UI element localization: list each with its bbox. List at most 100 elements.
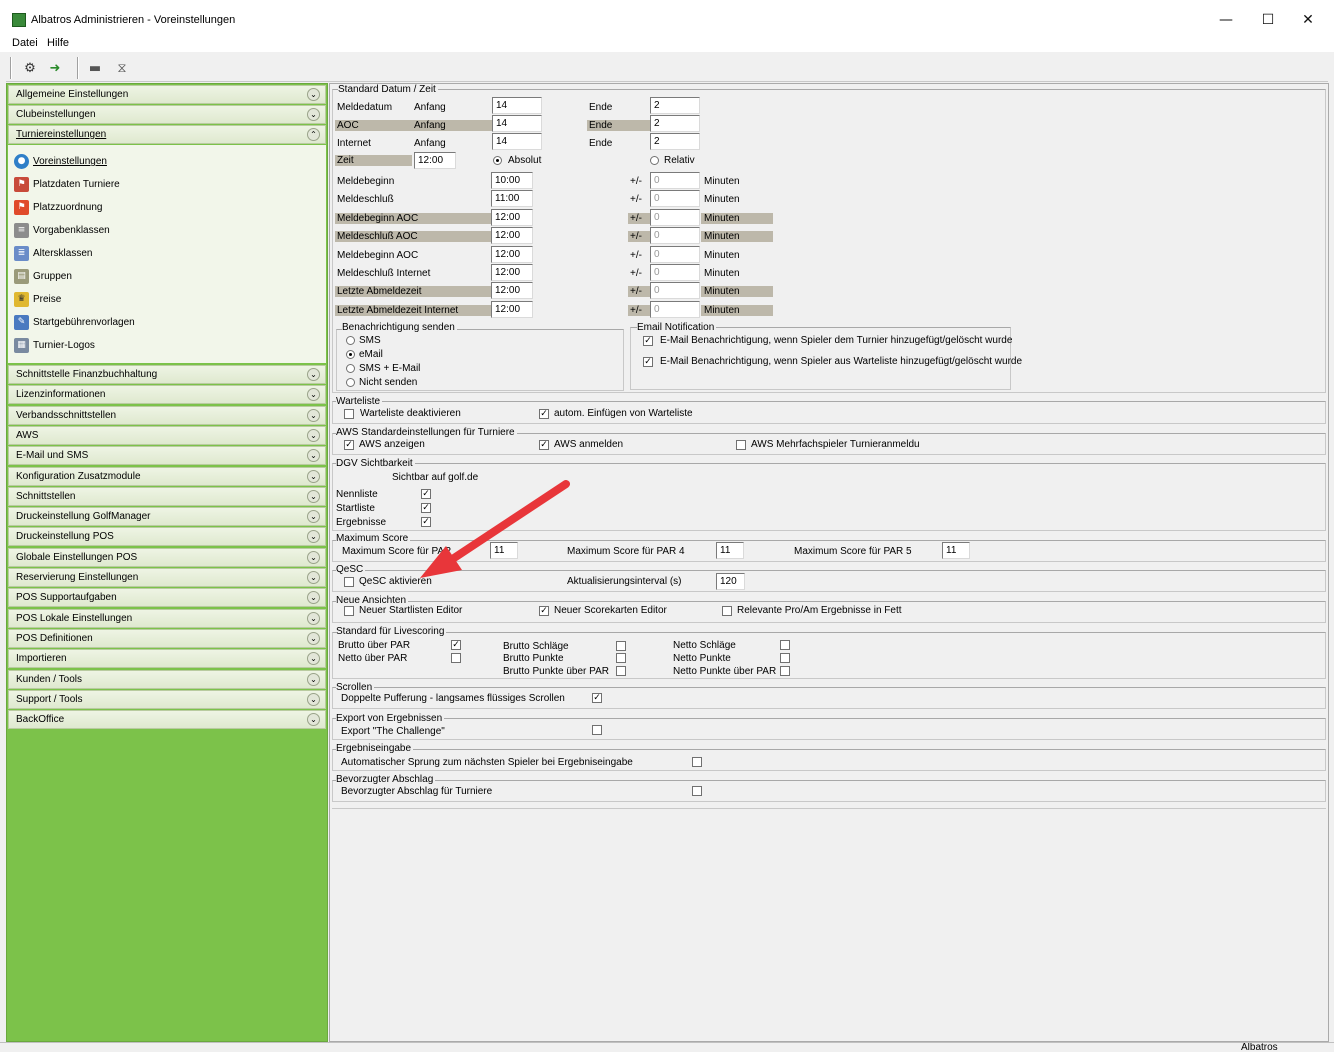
relativ-radio[interactable] [650, 156, 659, 165]
warteliste-deakt-checkbox[interactable] [344, 409, 354, 419]
time-input[interactable]: 12:00 [491, 245, 533, 263]
datum-von-input[interactable]: 14 [492, 97, 542, 114]
qesc-aktiv-checkbox[interactable] [344, 577, 354, 587]
radio-sms[interactable] [346, 336, 355, 345]
ansichten-proam-checkbox[interactable] [722, 606, 732, 616]
sidebar-section-0[interactable]: Schnittstelle Finanzbuchhaltung ⌄ [8, 365, 326, 384]
datum-bis-input[interactable]: 2 [650, 97, 700, 114]
minutes-input[interactable]: 0 [650, 227, 700, 245]
sidebar-section-10[interactable]: Reservierung Einstellungen ⌄ [8, 568, 326, 587]
ansichten-start-checkbox[interactable] [344, 606, 354, 616]
radio-nicht-senden[interactable] [346, 378, 355, 387]
sidebar-section-turnier[interactable]: Turniereinstellungen ⌃ [8, 125, 326, 144]
sidebar-item-voreinstellungen[interactable]: ● Voreinstellungen [14, 153, 107, 171]
sidebar-section-6[interactable]: Schnittstellen ⌄ [8, 486, 326, 506]
email-opt2-checkbox[interactable]: ✓ [643, 357, 653, 367]
sidebar-section-5[interactable]: Konfiguration Zusatzmodule ⌄ [8, 466, 326, 486]
datum-von-input[interactable]: 14 [492, 115, 542, 132]
minutes-input[interactable]: 0 [650, 190, 700, 208]
dgv-nennliste-checkbox[interactable]: ✓ [421, 489, 431, 499]
sidebar-section-club[interactable]: Clubeinstellungen ⌄ [8, 105, 326, 124]
qesc-interval-input[interactable]: 120 [716, 573, 745, 590]
minimize-button[interactable]: — [1203, 8, 1249, 32]
dgv-startliste-checkbox[interactable]: ✓ [421, 503, 431, 513]
sidebar-item-turnier-logos[interactable]: ▦ Turnier-Logos [14, 337, 95, 355]
sidebar-section-7[interactable]: Druckeinstellung GolfManager ⌄ [8, 507, 326, 527]
group-label: QeSC [336, 564, 366, 575]
exit-icon[interactable]: ➜ [45, 58, 65, 78]
minutes-input[interactable]: 0 [650, 245, 700, 263]
close-button[interactable]: ✕ [1285, 8, 1331, 32]
sidebar-section-14[interactable]: Importieren ⌄ [8, 649, 326, 669]
warteliste-autom-checkbox[interactable]: ✓ [539, 409, 549, 419]
minutes-input[interactable]: 0 [650, 208, 700, 226]
maxscore-par4-input[interactable]: 11 [716, 542, 744, 559]
sidebar-item-altersklassen[interactable]: ≣ Altersklassen [14, 245, 92, 263]
settings-icon[interactable]: ⚙ [20, 58, 40, 78]
export-checkbox[interactable] [592, 725, 602, 735]
layout-icon[interactable]: ⧖ [112, 58, 132, 78]
abschlag-checkbox[interactable] [692, 786, 702, 796]
absolut-radio[interactable] [493, 156, 502, 165]
sidebar-section-13[interactable]: POS Definitionen ⌄ [8, 628, 326, 648]
sidebar-section-3[interactable]: AWS ⌄ [8, 425, 326, 445]
live-netto-ueber-par-checkbox[interactable] [451, 653, 461, 663]
menu-hilfe[interactable]: Hilfe [47, 37, 69, 49]
minutes-input[interactable]: 0 [650, 172, 700, 189]
minutes-input[interactable]: 0 [650, 300, 700, 318]
sidebar-section-17[interactable]: BackOffice ⌄ [8, 710, 326, 730]
minutes-input[interactable]: 0 [650, 282, 700, 300]
zeit-input[interactable]: 12:00 [414, 152, 456, 169]
aws-mehrfach-checkbox[interactable] [736, 440, 746, 450]
live-brutto-ueber-par-checkbox[interactable]: ✓ [451, 640, 461, 650]
time-input[interactable]: 12:00 [491, 282, 533, 300]
sidebar-section-11[interactable]: POS Supportaufgaben ⌄ [8, 588, 326, 608]
ergebnis-checkbox[interactable] [692, 757, 702, 767]
sidebar-section-16[interactable]: Support / Tools ⌄ [8, 689, 326, 709]
sidebar-section-allgemein[interactable]: Allgemeine Einstellungen ⌄ [8, 85, 326, 104]
aws-anmelden-checkbox[interactable]: ✓ [539, 440, 549, 450]
datum-bis-input[interactable]: 2 [650, 133, 700, 150]
live-brutto-punkte-checkbox[interactable] [616, 653, 626, 663]
time-input[interactable]: 12:00 [491, 208, 533, 226]
radio-sms-email[interactable] [346, 364, 355, 373]
live-netto-punkte-checkbox[interactable] [780, 653, 790, 663]
live-brutto-punkte-ueber-par-checkbox[interactable] [616, 666, 626, 676]
dgv-ergebnisse-checkbox[interactable]: ✓ [421, 517, 431, 527]
minutes-input[interactable]: 0 [650, 264, 700, 281]
time-input[interactable]: 12:00 [491, 227, 533, 245]
datum-von-input[interactable]: 14 [492, 133, 542, 150]
sidebar-section-12[interactable]: POS Lokale Einstellungen ⌄ [8, 608, 326, 628]
sidebar-item-gruppen[interactable]: ▤ Gruppen [14, 268, 72, 286]
sidebar-item-platzzuordnung[interactable]: ⚑ Platzzuordnung [14, 199, 103, 217]
sidebar-section-8[interactable]: Druckeinstellung POS ⌄ [8, 527, 326, 547]
email-opt1-checkbox[interactable]: ✓ [643, 336, 653, 346]
sidebar-section-15[interactable]: Kunden / Tools ⌄ [8, 669, 326, 689]
maxscore-par5-input[interactable]: 11 [942, 542, 970, 559]
window-icon[interactable]: ▬ [85, 58, 105, 78]
sidebar-section-1[interactable]: Lizenzinformationen ⌄ [8, 385, 326, 405]
live-brutto-schlaege-checkbox[interactable] [616, 641, 626, 651]
sidebar-item-platzdaten[interactable]: ⚑ Platzdaten Turniere [14, 176, 120, 194]
aws-anzeigen-checkbox[interactable]: ✓ [344, 440, 354, 450]
menu-datei[interactable]: Datei [12, 37, 38, 49]
maxscore-par3-input[interactable]: 11 [490, 542, 518, 559]
ansichten-score-checkbox[interactable]: ✓ [539, 606, 549, 616]
time-input[interactable]: 12:00 [491, 264, 533, 281]
time-input[interactable]: 12:00 [491, 300, 533, 318]
time-input[interactable]: 11:00 [491, 190, 533, 208]
scrollen-checkbox[interactable]: ✓ [592, 693, 602, 703]
sidebar-section-9[interactable]: Globale Einstellungen POS ⌄ [8, 547, 326, 567]
live-netto-schlaege-checkbox[interactable] [780, 640, 790, 650]
sidebar-section-2[interactable]: Verbandsschnittstellen ⌄ [8, 405, 326, 425]
time-input[interactable]: 10:00 [491, 172, 533, 189]
sidebar-item-preise[interactable]: ♛ Preise [14, 291, 61, 309]
sidebar-section-4[interactable]: E-Mail und SMS ⌄ [8, 446, 326, 466]
datum-bis-input[interactable]: 2 [650, 115, 700, 132]
radio-email[interactable] [346, 350, 355, 359]
sidebar-item-startgebuehren[interactable]: ✎ Startgebührenvorlagen [14, 314, 135, 332]
live-netto-punkte-ueber-par-checkbox[interactable] [780, 666, 790, 676]
datum-anfang-label: Anfang [414, 102, 446, 113]
absolut-label: Absolut [508, 155, 542, 166]
sidebar-item-vorgabenklassen[interactable]: ≡ Vorgabenklassen [14, 222, 110, 240]
